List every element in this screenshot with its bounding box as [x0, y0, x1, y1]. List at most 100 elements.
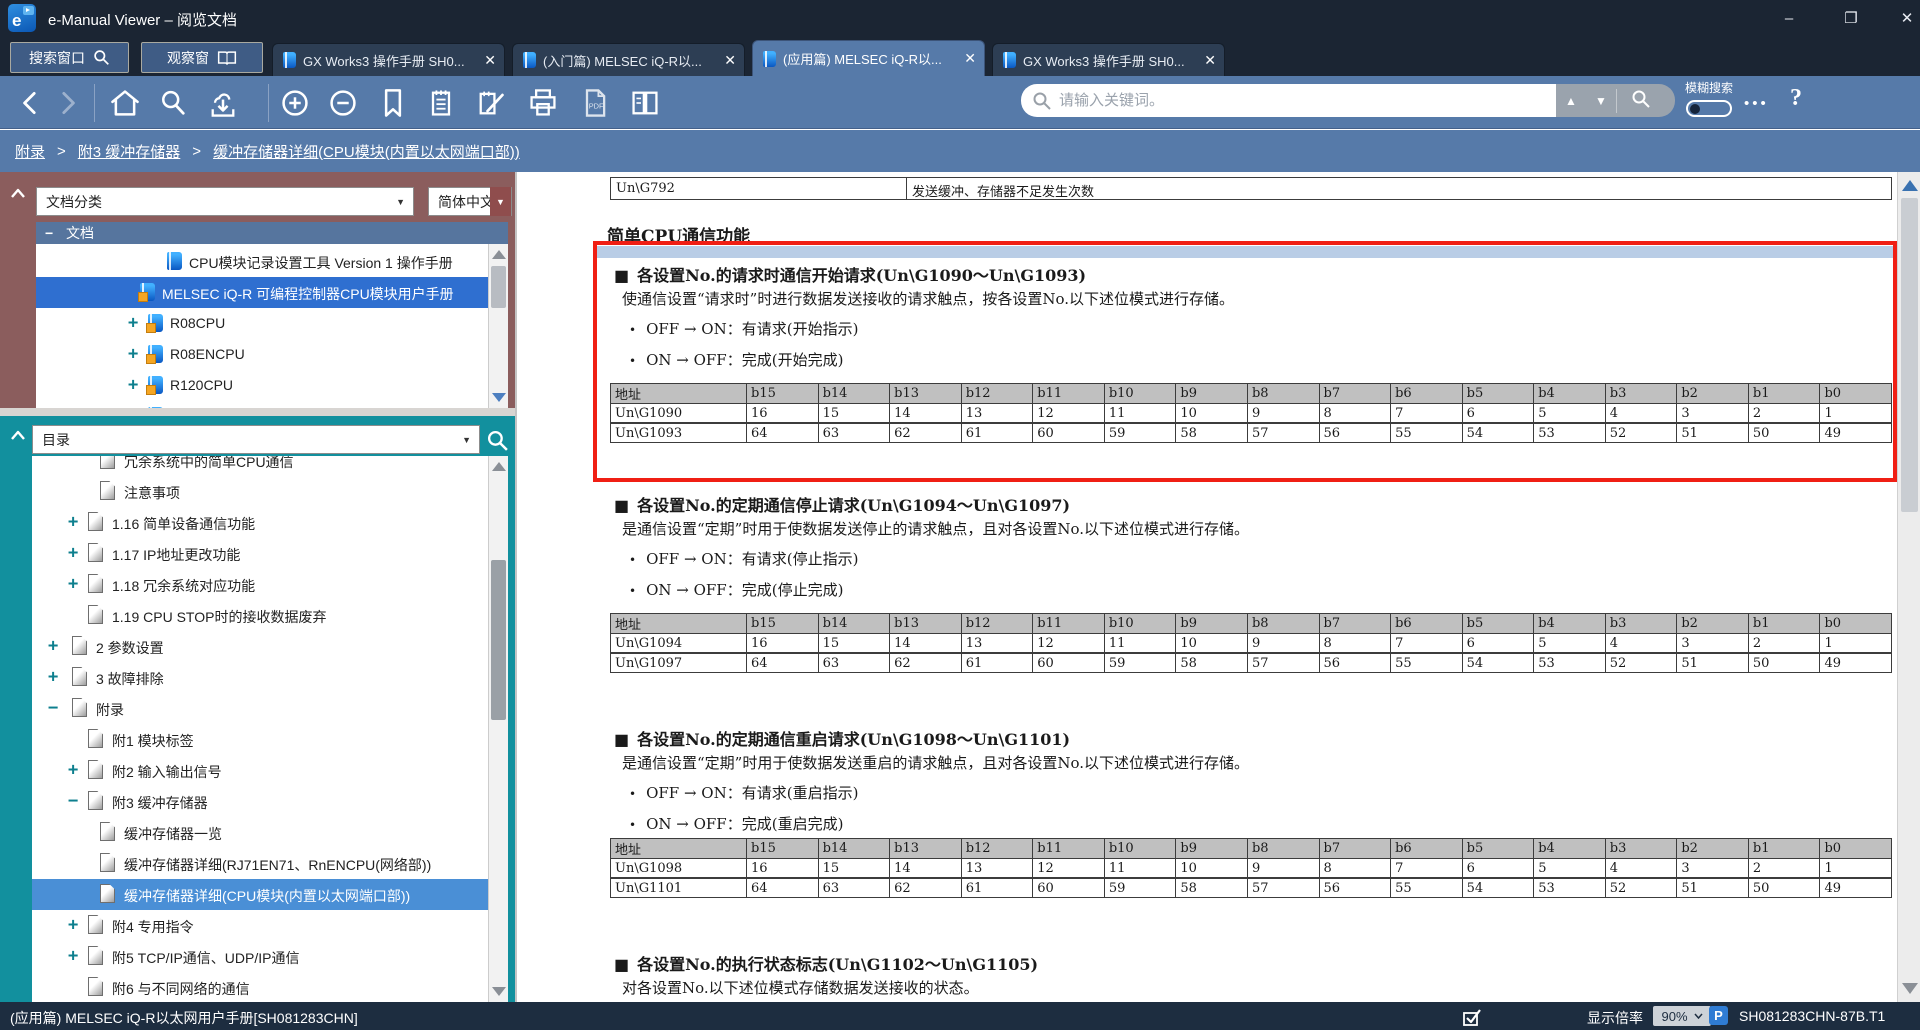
sync-check-icon[interactable]	[1461, 1006, 1483, 1028]
minimize-button[interactable]: –	[1772, 7, 1806, 31]
toc-search-icon[interactable]	[486, 429, 509, 452]
document-tab[interactable]: GX Works3 操作手册 SH0...✕	[992, 43, 1225, 76]
toc-tree-row[interactable]: −附3 缓冲存储器	[32, 786, 488, 817]
toc-tree-row[interactable]: 1.19 CPU STOP时的接收数据废弃	[32, 600, 488, 631]
doc-tree-row[interactable]: MELSEC iQ-R 可编程控制器CPU模块用户手册	[36, 277, 488, 308]
expand-node-icon[interactable]: +	[128, 344, 138, 364]
search-next-icon[interactable]: ▼	[1586, 94, 1616, 108]
collapse-panel-icon[interactable]	[10, 430, 26, 441]
scroll-down-icon[interactable]	[492, 393, 506, 402]
toc-tree-row[interactable]: 附1 模块标签	[32, 724, 488, 755]
doc-category-select[interactable]: 文档分类 ▼	[36, 187, 414, 216]
content-scrollbar[interactable]	[1897, 172, 1920, 1002]
expand-node-icon[interactable]: +	[68, 915, 78, 935]
toc-tree-row[interactable]: +附4 专用指令	[32, 910, 488, 941]
expand-node-icon[interactable]: +	[128, 375, 138, 395]
scroll-up-icon[interactable]	[492, 462, 506, 471]
edit-icon[interactable]	[474, 86, 508, 120]
doc-tree-row[interactable]: +R120CPU	[36, 370, 488, 401]
expand-node-icon[interactable]: +	[68, 574, 78, 594]
toc-tree-row[interactable]: 缓冲存储器详细(CPU模块(内置以太网端口部))	[32, 879, 488, 910]
search-icon[interactable]	[156, 86, 190, 120]
toc-tree-scrollbar[interactable]	[488, 456, 508, 1002]
expand-node-icon[interactable]: +	[68, 512, 78, 532]
table-cell: 4	[1605, 404, 1677, 423]
scroll-down-icon[interactable]	[1902, 983, 1918, 994]
doc-tree-scrollbar[interactable]	[488, 244, 508, 408]
table-cell: 60	[1033, 879, 1105, 898]
close-tab-icon[interactable]: ✕	[484, 52, 496, 69]
scrollbar-thumb[interactable]	[491, 560, 506, 720]
close-button[interactable]: ✕	[1890, 7, 1920, 31]
panel-splitter[interactable]	[0, 408, 515, 416]
expand-node-icon[interactable]: −	[48, 698, 58, 718]
toc-select[interactable]: 目录 ▼	[32, 425, 480, 454]
toc-tree-row[interactable]: 注意事项	[32, 476, 488, 507]
toc-tree-row[interactable]: +3 故障排除	[32, 662, 488, 693]
fuzzy-search-toggle[interactable]	[1686, 100, 1732, 117]
zoom-select[interactable]: 90%	[1653, 1006, 1711, 1026]
close-tab-icon[interactable]: ✕	[964, 50, 976, 67]
expand-node-icon[interactable]: +	[128, 313, 138, 333]
bookmark-icon[interactable]	[376, 86, 410, 120]
expand-node-icon[interactable]: +	[48, 667, 58, 687]
breadcrumb-link[interactable]: 附录	[15, 141, 45, 162]
doc-tree-row[interactable]: +R08ENCPU	[36, 339, 488, 370]
close-tab-icon[interactable]: ✕	[1204, 52, 1216, 69]
more-options-icon[interactable]: •••	[1744, 95, 1769, 112]
toc-tree-row[interactable]: +附5 TCP/IP通信、UDP/IP通信	[32, 941, 488, 972]
toc-tree-row[interactable]: +附2 输入输出信号	[32, 755, 488, 786]
scroll-down-icon[interactable]	[492, 987, 506, 996]
close-tab-icon[interactable]: ✕	[724, 52, 736, 69]
doc-tree-row[interactable]: CPU模块记录设置工具 Version 1 操作手册	[36, 246, 488, 277]
home-icon[interactable]	[108, 86, 142, 120]
collapse-node-icon[interactable]: −	[45, 222, 53, 244]
search-go-icon[interactable]	[1617, 89, 1665, 112]
expand-node-icon[interactable]: +	[68, 543, 78, 563]
zoom-out-icon[interactable]	[326, 86, 360, 120]
doc-tree-row[interactable]: +	[36, 401, 488, 408]
help-icon[interactable]: ?	[1790, 85, 1802, 112]
scroll-up-icon[interactable]	[1902, 180, 1918, 191]
search-prev-icon[interactable]: ▲	[1556, 94, 1586, 108]
table-header-cell: b7	[1319, 384, 1391, 404]
doc-tree-row[interactable]: +R08CPU	[36, 308, 488, 339]
scrollbar-thumb[interactable]	[1901, 198, 1918, 512]
scrollbar-thumb[interactable]	[491, 266, 506, 308]
breadcrumb-link[interactable]: 附3 缓冲存储器	[78, 141, 181, 162]
toc-tree-row[interactable]: −附录	[32, 693, 488, 724]
toc-tree-row[interactable]: +1.18 冗余系统对应功能	[32, 569, 488, 600]
toc-tree-row[interactable]: +1.17 IP地址更改功能	[32, 538, 488, 569]
print-icon[interactable]	[526, 86, 560, 120]
search-window-button[interactable]: 搜索窗口	[10, 42, 129, 73]
toc-tree-row[interactable]: 缓冲存储器一览	[32, 817, 488, 848]
documents-tree-header[interactable]: − 文档	[36, 222, 508, 244]
toc-tree-row[interactable]: 冗余系统中的简单CPU通信	[32, 456, 488, 476]
language-select[interactable]: 简体中文 ▼	[428, 187, 512, 216]
notes-icon[interactable]	[424, 86, 458, 120]
toc-tree-row[interactable]: 缓冲存储器详细(RJ71EN71、RnENCPU(网络部))	[32, 848, 488, 879]
pdf-icon[interactable]: PDF	[578, 86, 612, 120]
collapse-panel-icon[interactable]	[10, 188, 26, 199]
toc-tree-row[interactable]: 附6 与不同网络的通信	[32, 972, 488, 1002]
document-tab[interactable]: (入门篇) MELSEC iQ-R以...✕	[512, 43, 745, 76]
download-icon[interactable]	[206, 86, 240, 120]
expand-node-icon[interactable]: −	[68, 791, 78, 811]
document-tab[interactable]: (应用篇) MELSEC iQ-R以...✕	[752, 40, 985, 76]
expand-node-icon[interactable]: +	[68, 760, 78, 780]
zoom-in-icon[interactable]	[278, 86, 312, 120]
back-icon[interactable]	[14, 86, 48, 120]
document-tab[interactable]: GX Works3 操作手册 SH0...✕	[272, 43, 505, 76]
scroll-up-icon[interactable]	[492, 250, 506, 259]
forward-icon[interactable]	[50, 86, 84, 120]
breadcrumb-link[interactable]: 缓冲存储器详细(CPU模块(内置以太网端口部))	[213, 141, 520, 162]
table-header-cell: b2	[1677, 614, 1749, 634]
split-view-icon[interactable]	[628, 86, 662, 120]
toc-tree-row[interactable]: +2 参数设置	[32, 631, 488, 662]
expand-node-icon[interactable]: +	[68, 946, 78, 966]
search-input[interactable]	[1059, 84, 1539, 117]
toc-tree-row[interactable]: +1.16 简单设备通信功能	[32, 507, 488, 538]
watch-window-button[interactable]: 观察窗	[141, 42, 263, 73]
expand-node-icon[interactable]: +	[48, 636, 58, 656]
maximize-button[interactable]: ❐	[1834, 7, 1868, 31]
